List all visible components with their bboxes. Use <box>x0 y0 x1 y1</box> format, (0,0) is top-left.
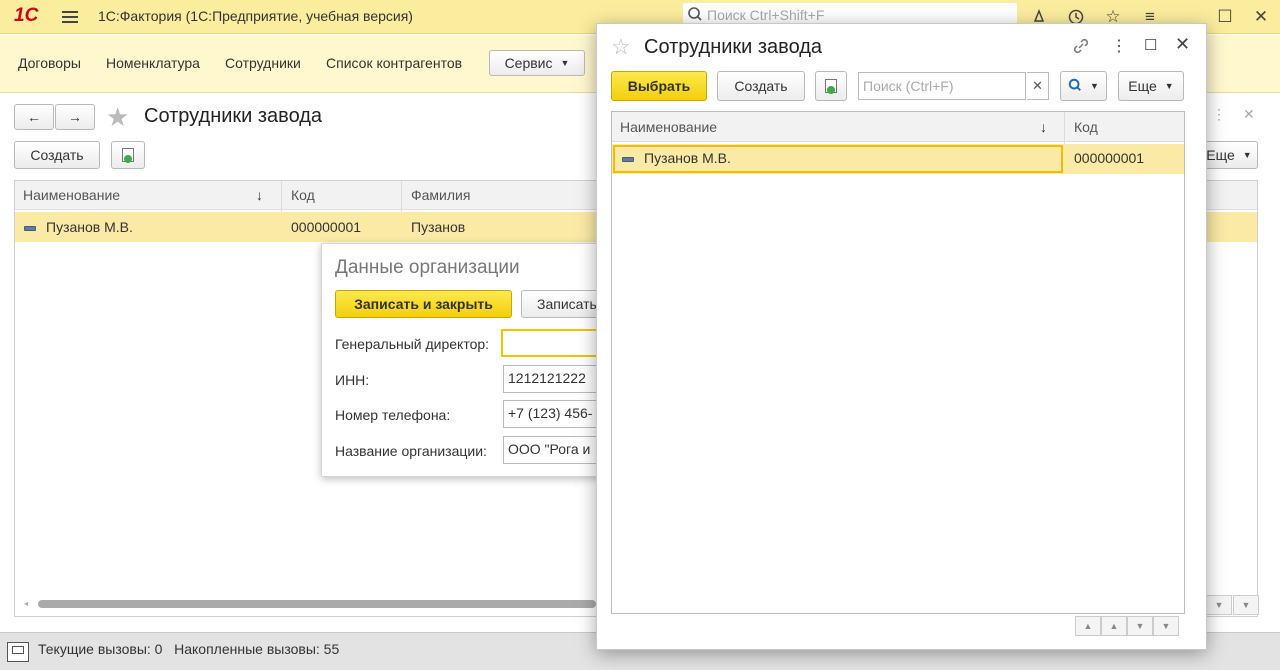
doc-add-icon <box>122 148 134 163</box>
employees-table: Наименование ↓ Код Пузанов М.В. 00000000… <box>611 111 1185 614</box>
favorite-star-icon[interactable]: ★ <box>106 102 129 133</box>
forward-button[interactable]: → <box>55 104 95 130</box>
scroll-down-icon[interactable]: ▼ <box>1206 595 1232 615</box>
row-name-cell: Пузанов М.В. <box>622 150 731 166</box>
org-data-popup: Данные организации Записать и закрыть За… <box>321 243 611 477</box>
row-code: 000000001 <box>1074 150 1145 166</box>
more-label: Еще <box>1206 147 1235 163</box>
modal-title: Сотрудники завода <box>644 36 823 58</box>
table-row[interactable]: Пузанов М.В. 000000001 <box>612 144 1184 174</box>
popup-title: Данные организации <box>335 257 520 278</box>
row-name: Пузанов М.В. <box>644 150 731 166</box>
scroll-up-icon[interactable]: ▲ <box>1101 616 1127 636</box>
more-button[interactable]: Еще ▼ <box>1118 71 1184 101</box>
nav-employees[interactable]: Сотрудники <box>225 55 301 71</box>
favorite-star-icon[interactable]: ☆ <box>611 34 631 60</box>
col-code[interactable]: Код <box>1074 119 1098 135</box>
back-button[interactable]: ← <box>14 104 54 130</box>
director-input[interactable] <box>501 329 601 357</box>
inn-input[interactable]: 1212121222 <box>503 365 601 393</box>
create-copy-button[interactable] <box>111 141 145 169</box>
org-name-label: Название организации: <box>335 443 487 459</box>
horizontal-scrollbar[interactable] <box>38 600 596 608</box>
org-name-input[interactable]: ООО "Рога и <box>503 436 601 464</box>
chevron-down-icon: ▼ <box>560 58 570 68</box>
scroll-down-icon[interactable]: ▼ <box>1127 616 1153 636</box>
main-menu-icon[interactable] <box>62 8 78 24</box>
clear-search-icon[interactable]: ✕ <box>1027 72 1049 100</box>
scroll-left-icon[interactable]: ◂ <box>24 599 32 608</box>
inn-label: ИНН: <box>335 372 370 388</box>
table-header: Наименование ↓ Код <box>612 112 1184 142</box>
windows-icon[interactable] <box>7 642 29 662</box>
scroll-top-icon[interactable]: ▲ <box>1075 616 1101 636</box>
create-button[interactable]: Создать <box>14 141 100 169</box>
scroll-end-icon[interactable]: ▼ <box>1233 595 1259 615</box>
phone-input[interactable]: +7 (123) 456- <box>503 400 601 428</box>
chevron-down-icon: ▼ <box>1164 81 1174 91</box>
maximize-icon[interactable]: ☐ <box>1214 6 1236 28</box>
save-and-close-button[interactable]: Записать и закрыть <box>335 290 512 318</box>
page-title: Сотрудники завода <box>144 105 323 127</box>
doc-add-icon <box>825 79 837 94</box>
form-menu-icon[interactable]: ⋮ <box>1212 106 1226 123</box>
chevron-down-icon: ▼ <box>1090 81 1099 91</box>
sort-arrow-icon: ↓ <box>1040 119 1047 135</box>
service-label: Сервис <box>504 55 553 71</box>
scroll-bottom-icon[interactable]: ▼ <box>1153 616 1179 636</box>
item-icon <box>622 156 634 162</box>
more-label: Еще <box>1128 78 1157 94</box>
nav-nomenclature[interactable]: Номенклатура <box>106 55 200 71</box>
close-icon[interactable]: ✕ <box>1175 34 1190 55</box>
select-button[interactable]: Выбрать <box>611 71 707 101</box>
phone-label: Номер телефона: <box>335 407 451 423</box>
window-menu-icon[interactable]: ⋮ <box>1111 36 1127 56</box>
app-title: 1С:Фактория (1С:Предприятие, учебная вер… <box>98 8 413 24</box>
chevron-down-icon: ▼ <box>1242 150 1252 160</box>
service-menu-button[interactable]: Сервис ▼ <box>489 50 585 76</box>
search-icon <box>1068 78 1082 95</box>
form-close-icon[interactable]: ✕ <box>1243 106 1255 123</box>
link-icon[interactable] <box>1071 36 1091 59</box>
create-copy-button[interactable] <box>815 71 847 101</box>
close-icon[interactable]: ✕ <box>1250 6 1272 28</box>
app-logo: 1С <box>14 5 39 26</box>
maximize-icon[interactable]: ☐ <box>1144 36 1157 54</box>
col-name[interactable]: Наименование <box>620 119 717 135</box>
search-options-button[interactable]: ▼ <box>1060 71 1107 101</box>
create-button[interactable]: Создать <box>717 71 805 101</box>
status-text: Текущие вызовы: 0 Накопленные вызовы: 55 <box>38 641 340 657</box>
nav-contracts[interactable]: Договоры <box>18 55 81 71</box>
modal-search-input[interactable]: Поиск (Ctrl+F) <box>858 72 1026 100</box>
employees-select-window: ☆ Сотрудники завода ⋮ ☐ ✕ Выбрать Создат… <box>596 23 1207 650</box>
nav-counterparties[interactable]: Список контрагентов <box>326 55 462 71</box>
director-label: Генеральный директор: <box>335 336 490 352</box>
more-button-bg[interactable]: Еще ▼ <box>1200 141 1258 169</box>
global-search-placeholder: Поиск Ctrl+Shift+F <box>707 7 825 23</box>
